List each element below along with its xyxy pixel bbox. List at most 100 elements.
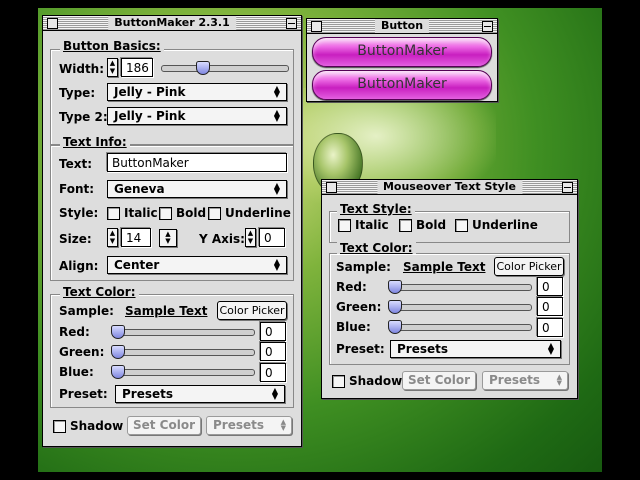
shadow-checkbox-label: Shadow bbox=[70, 419, 124, 433]
yaxis-stepper[interactable]: ▲ ▼ bbox=[245, 228, 256, 247]
shadow-checkbox[interactable] bbox=[53, 420, 66, 433]
width-label: Width: bbox=[59, 62, 105, 76]
mo-presets-button-label: Presets bbox=[489, 373, 541, 387]
mo-blue-label: Blue: bbox=[336, 320, 371, 334]
align-popup[interactable]: Center ▲ ▼ bbox=[107, 256, 287, 274]
mo-blue-slider-thumb[interactable] bbox=[388, 320, 402, 334]
type2-popup[interactable]: Jelly - Pink ▲ ▼ bbox=[107, 107, 287, 125]
preview-button-1[interactable]: ButtonMaker bbox=[312, 37, 492, 67]
button-preview-window: Button ButtonMaker ButtonMaker bbox=[306, 18, 498, 102]
type2-label: Type 2: bbox=[59, 110, 108, 124]
mo-green-label: Green: bbox=[336, 300, 382, 314]
preview-button-2[interactable]: ButtonMaker bbox=[312, 70, 492, 100]
mo-color-picker-button[interactable]: Color Picker bbox=[494, 257, 564, 276]
close-box-icon[interactable] bbox=[311, 21, 322, 32]
type2-popup-value: Jelly - Pink bbox=[114, 109, 186, 123]
green-field[interactable]: 0 bbox=[260, 342, 286, 361]
updown-arrows-icon: ▲ ▼ bbox=[273, 108, 281, 123]
bold-checkbox-label: Bold bbox=[176, 206, 207, 220]
text-field-value: ButtonMaker bbox=[112, 156, 189, 170]
blue-field[interactable]: 0 bbox=[260, 363, 286, 382]
updown-arrows-icon: ▲ ▼ bbox=[271, 386, 279, 401]
red-slider[interactable] bbox=[113, 329, 255, 336]
mo-green-slider[interactable] bbox=[390, 304, 532, 311]
mo-blue-value: 0 bbox=[542, 321, 550, 335]
preset-popup[interactable]: Presets ▲ ▼ bbox=[115, 385, 285, 403]
type-popup[interactable]: Jelly - Pink ▲ ▼ bbox=[107, 83, 287, 101]
mo-green-field[interactable]: 0 bbox=[537, 297, 563, 316]
mo-green-slider-thumb[interactable] bbox=[388, 300, 402, 314]
width-stepper[interactable]: ▲ ▼ bbox=[107, 58, 118, 77]
main-window-title: ButtonMaker 2.3.1 bbox=[108, 16, 236, 30]
mo-presets-button[interactable]: Presets ▲ ▼ bbox=[482, 371, 568, 390]
zoom-box-icon[interactable] bbox=[286, 18, 297, 29]
yaxis-field[interactable]: 0 bbox=[259, 228, 285, 247]
mo-red-slider[interactable] bbox=[390, 284, 532, 291]
zoom-box-icon[interactable] bbox=[562, 182, 573, 193]
zoom-box-icon[interactable] bbox=[482, 21, 493, 32]
button-window-title: Button bbox=[374, 19, 430, 33]
size-stepper[interactable]: ▲ ▼ bbox=[107, 228, 118, 247]
width-slider-thumb[interactable] bbox=[196, 61, 210, 75]
color-picker-button[interactable]: Color Picker bbox=[217, 301, 287, 320]
sample-text: Sample Text bbox=[125, 304, 208, 318]
main-window-titlebar[interactable]: ButtonMaker 2.3.1 bbox=[43, 16, 301, 31]
size-popup[interactable]: ▲ ▼ bbox=[159, 229, 177, 247]
type-label: Type: bbox=[59, 86, 96, 100]
red-field[interactable]: 0 bbox=[260, 322, 286, 341]
mo-blue-field[interactable]: 0 bbox=[537, 318, 563, 337]
italic-checkbox-label: Italic bbox=[124, 206, 158, 220]
mouseover-window-titlebar[interactable]: Mouseover Text Style bbox=[322, 180, 577, 195]
blue-slider[interactable] bbox=[113, 369, 255, 376]
updown-arrows-icon: ▲ ▼ bbox=[556, 373, 562, 387]
italic-checkbox[interactable] bbox=[107, 207, 120, 220]
text-field[interactable]: ButtonMaker bbox=[107, 153, 287, 172]
mo-underline-label: Underline bbox=[472, 218, 538, 232]
mo-blue-slider[interactable] bbox=[390, 324, 532, 331]
mo-red-value: 0 bbox=[542, 280, 550, 294]
mo-text-style-title: Text Style: bbox=[337, 203, 415, 215]
mo-underline-checkbox[interactable] bbox=[455, 219, 468, 232]
red-slider-thumb[interactable] bbox=[111, 325, 125, 339]
align-label: Align: bbox=[59, 259, 99, 273]
close-box-icon[interactable] bbox=[47, 18, 58, 29]
mo-bold-checkbox[interactable] bbox=[399, 219, 412, 232]
updown-arrows-icon: ▲ ▼ bbox=[547, 341, 555, 356]
mouseover-window-title: Mouseover Text Style bbox=[376, 180, 523, 194]
type-popup-value: Jelly - Pink bbox=[114, 85, 186, 99]
blue-label: Blue: bbox=[59, 365, 94, 379]
size-label: Size: bbox=[59, 232, 92, 246]
green-slider-thumb[interactable] bbox=[111, 345, 125, 359]
set-color-button[interactable]: Set Color bbox=[127, 416, 201, 435]
green-slider[interactable] bbox=[113, 349, 255, 356]
mo-italic-label: Italic bbox=[355, 218, 389, 232]
mo-sample-text: Sample Text bbox=[403, 260, 486, 274]
mouseover-text-style-window: Mouseover Text Style Text Style: Italic … bbox=[321, 179, 578, 399]
mo-red-field[interactable]: 0 bbox=[537, 277, 563, 296]
mo-italic-checkbox[interactable] bbox=[338, 219, 351, 232]
blue-value: 0 bbox=[265, 366, 273, 380]
width-slider[interactable] bbox=[161, 65, 289, 72]
updown-arrows-icon: ▲ ▼ bbox=[273, 181, 281, 196]
width-field[interactable]: 186 bbox=[121, 58, 153, 77]
presets-button[interactable]: Presets ▲ ▼ bbox=[206, 416, 292, 435]
mo-shadow-checkbox[interactable] bbox=[332, 375, 345, 388]
size-field[interactable]: 14 bbox=[121, 228, 151, 247]
updown-arrows-icon: ▲ ▼ bbox=[280, 418, 286, 432]
mo-set-color-button[interactable]: Set Color bbox=[402, 371, 476, 390]
mo-preset-popup-value: Presets bbox=[397, 342, 449, 356]
width-value: 186 bbox=[126, 61, 149, 75]
mo-bold-label: Bold bbox=[416, 218, 447, 232]
close-box-icon[interactable] bbox=[326, 182, 337, 193]
mo-red-label: Red: bbox=[336, 280, 367, 294]
style-label: Style: bbox=[59, 206, 99, 220]
blue-slider-thumb[interactable] bbox=[111, 365, 125, 379]
button-window-titlebar[interactable]: Button bbox=[307, 19, 497, 34]
underline-checkbox[interactable] bbox=[208, 207, 221, 220]
bold-checkbox[interactable] bbox=[159, 207, 172, 220]
mo-preset-popup[interactable]: Presets ▲ ▼ bbox=[390, 340, 561, 358]
font-popup[interactable]: Geneva ▲ ▼ bbox=[107, 180, 287, 198]
buttonmaker-main-window: ButtonMaker 2.3.1 Button Basics: Width: … bbox=[42, 15, 302, 447]
preset-popup-value: Presets bbox=[122, 387, 174, 401]
mo-red-slider-thumb[interactable] bbox=[388, 280, 402, 294]
